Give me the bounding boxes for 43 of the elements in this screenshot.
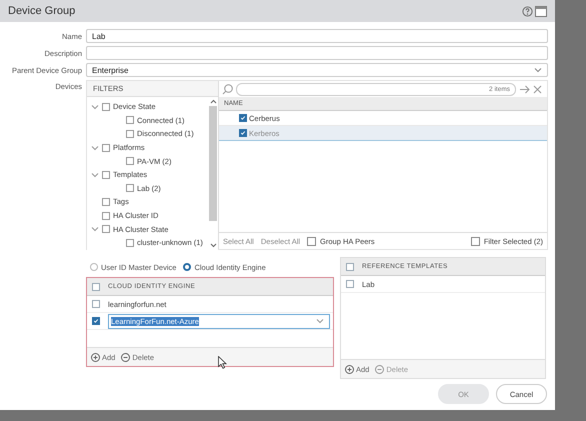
dropdown-field[interactable]: Enterprise — [86, 63, 548, 77]
text-field[interactable] — [86, 46, 548, 60]
chevron-icon[interactable] — [91, 225, 99, 234]
scrollbar[interactable] — [208, 97, 218, 250]
checkbox[interactable] — [126, 184, 134, 192]
checkbox[interactable] — [102, 102, 110, 111]
checkbox[interactable] — [126, 130, 134, 138]
checkbox[interactable] — [102, 170, 110, 179]
chevron-down-icon — [534, 67, 542, 73]
checkbox[interactable] — [92, 300, 100, 308]
arrow-right-icon[interactable] — [519, 84, 530, 94]
checkbox[interactable] — [102, 225, 110, 234]
close-icon[interactable] — [533, 84, 542, 94]
minus-circle-icon — [121, 352, 130, 362]
chevron-down-icon — [316, 318, 324, 324]
checkbox[interactable] — [307, 236, 316, 246]
help-icon[interactable] — [522, 6, 533, 16]
radio-button[interactable] — [90, 263, 98, 271]
chevron-icon[interactable] — [91, 170, 99, 179]
checkbox[interactable] — [92, 282, 100, 290]
checkbox[interactable] — [102, 198, 110, 206]
chevron-icon[interactable] — [91, 102, 99, 111]
plus-circle-icon — [345, 364, 354, 374]
radio-button[interactable] — [183, 263, 192, 271]
scroll-up-icon[interactable] — [210, 99, 216, 104]
window-icon[interactable] — [535, 6, 547, 16]
checkbox[interactable] — [346, 280, 354, 288]
checkbox[interactable] — [92, 317, 100, 325]
checkbox[interactable] — [102, 144, 110, 152]
text-field[interactable]: Lab — [86, 29, 548, 43]
checkbox[interactable] — [470, 236, 480, 246]
chevron-icon[interactable] — [91, 144, 99, 152]
checkbox[interactable] — [346, 262, 354, 270]
checkbox[interactable] — [126, 116, 134, 124]
search-icon — [222, 84, 233, 94]
checkbox[interactable] — [102, 212, 110, 220]
checkbox[interactable] — [239, 114, 247, 122]
minus-circle-icon — [375, 364, 384, 374]
scroll-down-icon[interactable] — [210, 242, 216, 248]
plus-circle-icon — [91, 352, 100, 362]
checkbox[interactable] — [126, 238, 134, 247]
checkbox[interactable] — [126, 157, 134, 166]
window-title: Device Group — [8, 5, 76, 17]
